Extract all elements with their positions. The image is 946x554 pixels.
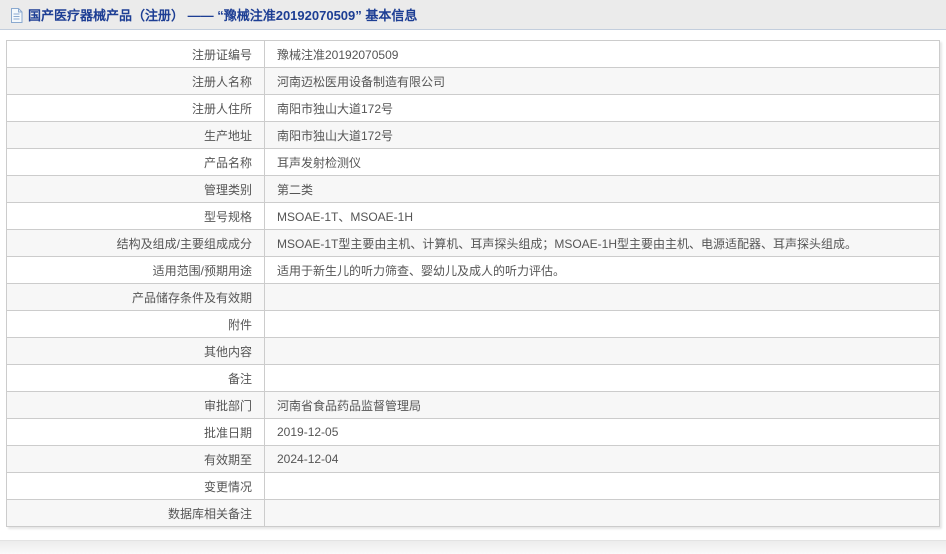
- field-label: 结构及组成/主要组成成分: [6, 229, 265, 257]
- table-row: 生产地址 南阳市独山大道172号: [6, 121, 940, 149]
- table-row: 批准日期 2019-12-05: [6, 418, 940, 446]
- page-title: 国产医疗器械产品（注册） —— “豫械注准20192070509” 基本信息: [28, 8, 418, 23]
- field-value: 适用于新生儿的听力筛查、婴幼儿及成人的听力评估。: [264, 256, 940, 284]
- table-row: 适用范围/预期用途 适用于新生儿的听力筛查、婴幼儿及成人的听力评估。: [6, 256, 940, 284]
- field-label: 变更情况: [6, 472, 265, 500]
- field-value: [264, 499, 940, 527]
- field-label: 数据库相关备注: [6, 499, 265, 527]
- table-row: 注册人住所 南阳市独山大道172号: [6, 94, 940, 122]
- table-row: 管理类别 第二类: [6, 175, 940, 203]
- table-row: 数据库相关备注: [6, 499, 940, 527]
- field-label: 注册人名称: [6, 67, 265, 95]
- table-row: 注册证编号 豫械注准20192070509: [6, 40, 940, 68]
- field-label: 管理类别: [6, 175, 265, 203]
- field-label: 有效期至: [6, 445, 265, 473]
- table-row: 有效期至 2024-12-04: [6, 445, 940, 473]
- document-icon: [10, 7, 23, 23]
- table-row: 型号规格 MSOAE-1T、MSOAE-1H: [6, 202, 940, 230]
- field-value: 河南迈松医用设备制造有限公司: [264, 67, 940, 95]
- table-row: 注册人名称 河南迈松医用设备制造有限公司: [6, 67, 940, 95]
- field-label: 审批部门: [6, 391, 265, 419]
- field-label: 注册证编号: [6, 40, 265, 68]
- field-value: 耳声发射检测仪: [264, 148, 940, 176]
- field-label: 适用范围/预期用途: [6, 256, 265, 284]
- table-row: 产品储存条件及有效期: [6, 283, 940, 311]
- table-row: 备注: [6, 364, 940, 392]
- field-label: 生产地址: [6, 121, 265, 149]
- field-label: 型号规格: [6, 202, 265, 230]
- field-value: [264, 364, 940, 392]
- field-label: 批准日期: [6, 418, 265, 446]
- field-value: 第二类: [264, 175, 940, 203]
- field-value: 2024-12-04: [264, 445, 940, 473]
- field-label: 备注: [6, 364, 265, 392]
- table-row: 结构及组成/主要组成成分 MSOAE-1T型主要由主机、计算机、耳声探头组成；M…: [6, 229, 940, 257]
- table-row: 审批部门 河南省食品药品监督管理局: [6, 391, 940, 419]
- field-value: [264, 472, 940, 500]
- field-value: 河南省食品药品监督管理局: [264, 391, 940, 419]
- field-value: [264, 310, 940, 338]
- table-row: 附件: [6, 310, 940, 338]
- field-value: 南阳市独山大道172号: [264, 94, 940, 122]
- field-value: MSOAE-1T型主要由主机、计算机、耳声探头组成；MSOAE-1H型主要由主机…: [264, 229, 940, 257]
- field-value: 南阳市独山大道172号: [264, 121, 940, 149]
- page-header: 国产医疗器械产品（注册） —— “豫械注准20192070509” 基本信息: [0, 0, 946, 30]
- page-footer: [0, 540, 946, 554]
- registration-info-table: 注册证编号 豫械注准20192070509 注册人名称 河南迈松医用设备制造有限…: [6, 40, 940, 527]
- field-value: [264, 337, 940, 365]
- table-row: 产品名称 耳声发射检测仪: [6, 148, 940, 176]
- table-row: 其他内容: [6, 337, 940, 365]
- field-label: 产品名称: [6, 148, 265, 176]
- field-label: 产品储存条件及有效期: [6, 283, 265, 311]
- field-label: 附件: [6, 310, 265, 338]
- field-value: 2019-12-05: [264, 418, 940, 446]
- table-row: 变更情况: [6, 472, 940, 500]
- field-value: 豫械注准20192070509: [264, 40, 940, 68]
- field-label: 其他内容: [6, 337, 265, 365]
- field-label: 注册人住所: [6, 94, 265, 122]
- field-value: MSOAE-1T、MSOAE-1H: [264, 202, 940, 230]
- field-value: [264, 283, 940, 311]
